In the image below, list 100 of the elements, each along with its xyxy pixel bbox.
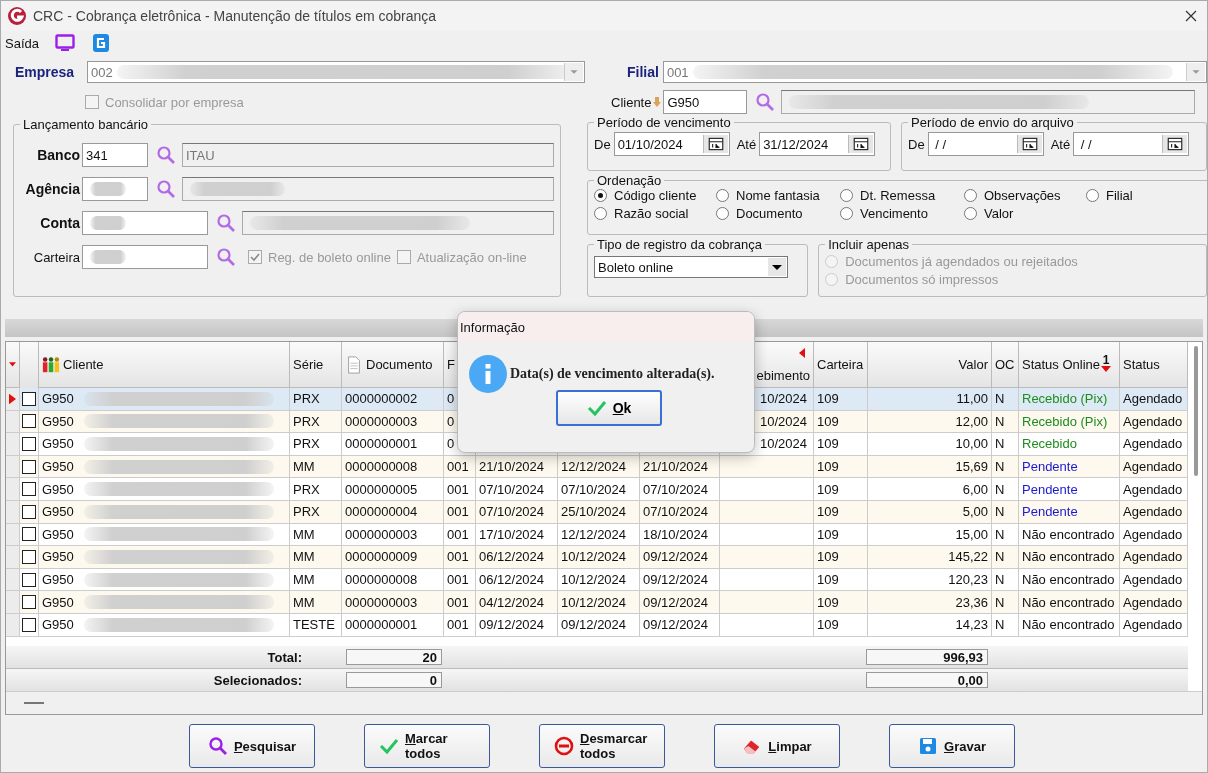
action-button[interactable]: Gravar [889, 724, 1015, 768]
input-field[interactable]: 341 [82, 143, 148, 167]
app-logo-icon[interactable] [91, 33, 111, 53]
table-cell: 07/10/2024 [561, 481, 627, 497]
ok-button[interactable]: Ok [556, 390, 662, 426]
branch-dropdown[interactable]: 001 [662, 61, 1207, 83]
document-icon [345, 355, 363, 374]
table-cell: Não encontrado [1022, 526, 1115, 542]
close-icon[interactable] [1185, 10, 1197, 22]
table-cell: 0 [447, 391, 455, 407]
table-cell: 001 [447, 504, 469, 520]
table-cell: PRX [293, 504, 320, 520]
input-field[interactable] [82, 211, 208, 235]
table-cell: G950 [42, 391, 74, 407]
checkbox[interactable] [22, 595, 36, 610]
group-title: Incluir apenas [827, 237, 911, 252]
scrollbar-thumb[interactable] [1194, 346, 1198, 476]
action-button[interactable]: Pesquisar [189, 724, 315, 768]
table-cell: 0000000001 [345, 436, 418, 452]
table-cell: Não encontrado [1022, 617, 1115, 633]
table-cell: Agendado [1123, 391, 1183, 407]
search-icon[interactable] [156, 145, 176, 165]
radio-label: Filial [1106, 188, 1133, 203]
checkbox[interactable] [248, 250, 262, 264]
search-icon[interactable] [755, 92, 776, 112]
table-cell: MM [293, 572, 315, 588]
table-cell: 109 [817, 436, 839, 452]
action-button[interactable]: Marcar todos [364, 724, 490, 768]
table-cell: 17/10/2024 [479, 526, 545, 542]
radio-label: Vencimento [860, 206, 928, 221]
field-label: Até [1050, 136, 1071, 152]
checkbox[interactable] [22, 437, 36, 451]
table-cell: Agendado [1123, 572, 1183, 588]
calendar-icon[interactable] [1162, 135, 1188, 153]
calendar-icon[interactable] [1016, 135, 1042, 153]
checkbox[interactable] [22, 549, 36, 564]
radio-button[interactable] [716, 189, 729, 202]
date-field[interactable]: / / [927, 132, 1044, 156]
table-cell: 120,23 [948, 572, 988, 588]
group-title: Período de vencimento [596, 115, 732, 130]
search-icon[interactable] [156, 179, 176, 199]
field-label: Agência [24, 181, 80, 197]
table-cell: PRX [293, 391, 320, 407]
date-field[interactable]: / / [1073, 132, 1190, 156]
table-cell: 0000000008 [345, 459, 418, 475]
checkbox[interactable] [22, 391, 36, 406]
radio-button[interactable] [840, 189, 853, 202]
total-value: 0,00 [866, 672, 988, 688]
calendar-icon[interactable] [702, 135, 728, 153]
table-cell: Agendado [1123, 504, 1183, 520]
exit-menu[interactable]: Saída [5, 35, 39, 51]
field-label: Banco [36, 147, 80, 163]
monitor-icon[interactable] [55, 33, 75, 53]
search-icon[interactable] [216, 247, 236, 267]
action-button[interactable]: Limpar [714, 724, 840, 768]
radio-label: Documentos só impressos [845, 271, 999, 287]
check-icon [379, 736, 399, 756]
checkbox[interactable] [22, 482, 36, 497]
checkbox[interactable] [22, 617, 36, 632]
checkbox[interactable] [396, 250, 411, 264]
table-cell: 10/2024 [760, 436, 807, 452]
table-cell: G950 [42, 594, 74, 610]
table-cell: 0000000004 [345, 504, 418, 520]
radio-button[interactable] [840, 207, 853, 220]
date-field[interactable]: 01/10/2024 [613, 132, 730, 156]
blurred-area [90, 216, 126, 230]
checkbox[interactable] [22, 414, 36, 429]
checkbox[interactable] [22, 459, 36, 474]
app-logo-icon [7, 6, 27, 26]
checkbox[interactable] [22, 527, 36, 542]
input-field[interactable] [82, 245, 208, 269]
radio-button[interactable] [964, 207, 977, 220]
date-field[interactable]: 31/12/2024 [759, 132, 876, 156]
table-cell: N [995, 391, 1005, 407]
calendar-icon[interactable] [848, 135, 874, 153]
checkbox[interactable] [22, 504, 36, 519]
radio-button[interactable] [1086, 189, 1099, 202]
company-dropdown[interactable]: 002 [87, 61, 585, 83]
table-cell: 10/12/2024 [561, 594, 627, 610]
table-cell: N [995, 413, 1005, 429]
sort-rank: 1 [1101, 354, 1111, 372]
action-button[interactable]: Desmarcar todos [539, 724, 665, 768]
sort-arrow-icon[interactable] [9, 360, 16, 369]
radio-button[interactable] [964, 189, 977, 202]
table-cell: G950 [42, 481, 74, 497]
table-cell: Não encontrado [1022, 549, 1115, 565]
radio-button[interactable] [594, 207, 607, 220]
checkbox[interactable] [22, 572, 36, 587]
search-icon[interactable] [216, 213, 236, 233]
radio-button[interactable] [594, 189, 607, 202]
table-cell: 09/12/2024 [643, 594, 709, 610]
type-dropdown[interactable]: Boleto online [594, 256, 788, 278]
radio-button[interactable] [716, 207, 729, 220]
input-field[interactable] [82, 177, 148, 201]
input-field[interactable]: G950 [663, 90, 748, 114]
scrollbar-thumb[interactable] [24, 702, 44, 704]
table-cell: 18/10/2024 [643, 526, 709, 542]
table-cell: Agendado [1123, 436, 1183, 452]
table-cell: MM [293, 594, 315, 610]
table-cell: 09/12/2024 [643, 617, 709, 633]
